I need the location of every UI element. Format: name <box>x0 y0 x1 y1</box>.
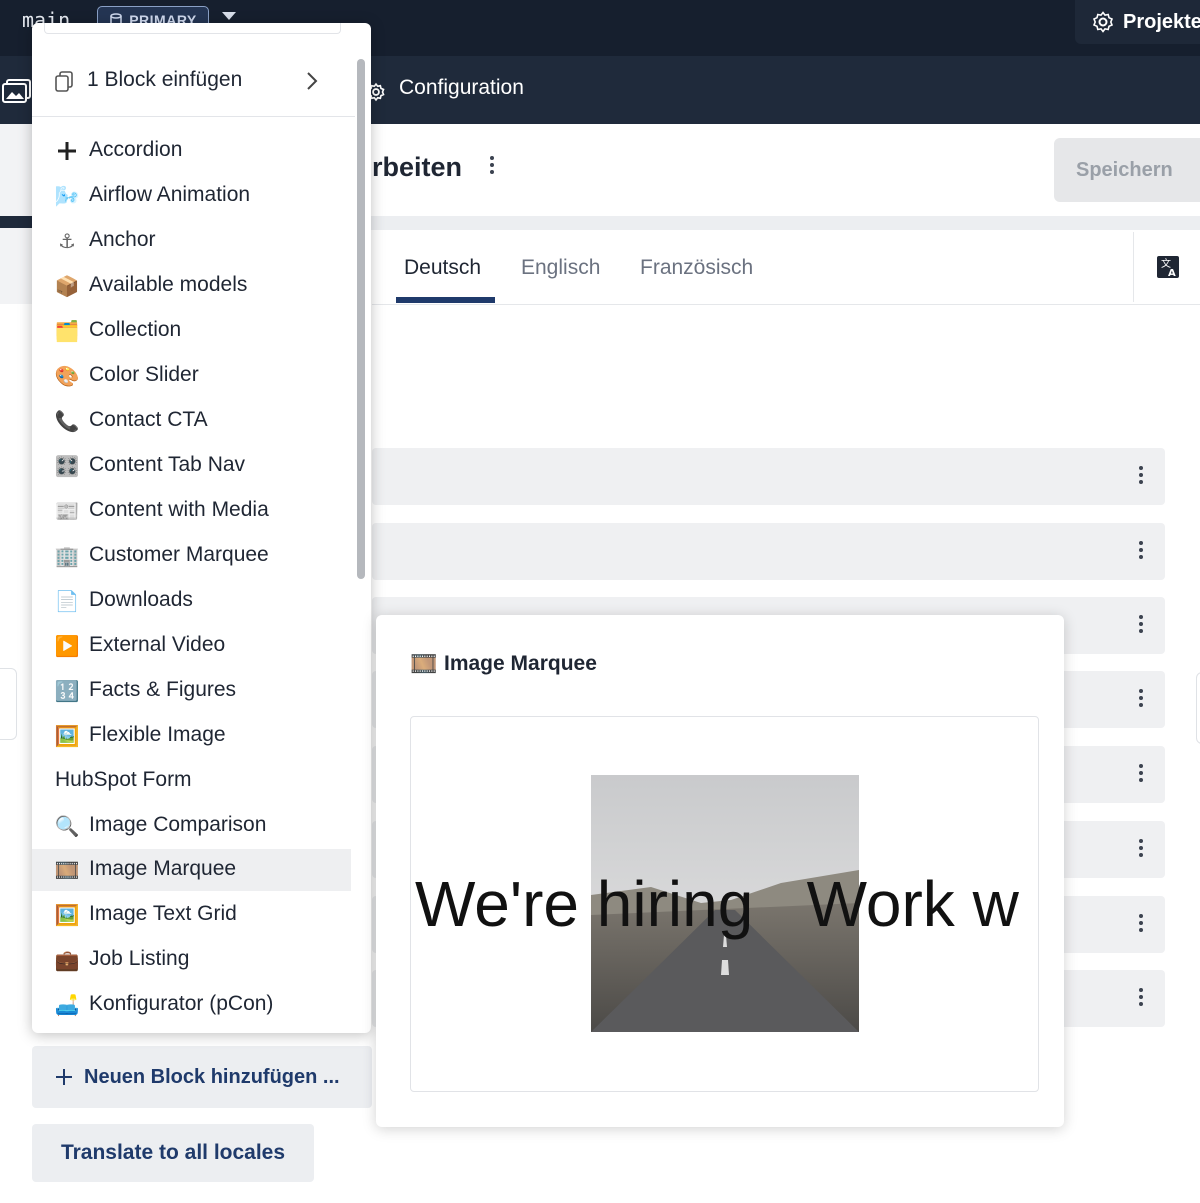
copy-icon <box>55 71 73 92</box>
menu-item-image-marquee[interactable]: 🎞️ Image Marquee <box>32 849 351 891</box>
collapse-right-handle[interactable] <box>1196 672 1200 744</box>
row-more-icon[interactable] <box>1139 839 1143 860</box>
menu-item-image-comparison[interactable]: 🔍 Image Comparison <box>32 805 351 847</box>
caret-down-icon[interactable] <box>222 12 236 20</box>
row-more-icon[interactable] <box>1139 689 1143 710</box>
translate-button[interactable]: 文A <box>1133 232 1200 302</box>
menu-item-content-tab-nav[interactable]: 🎛️ Content Tab Nav <box>32 445 351 487</box>
nav-configuration[interactable]: Configuration <box>399 76 524 100</box>
menu-item-hubspot-form[interactable]: HubSpot Form <box>32 760 351 802</box>
palette-icon: 🎨 <box>54 365 80 388</box>
wind-icon: 🌬️ <box>54 185 80 208</box>
row-more-icon[interactable] <box>1139 466 1143 487</box>
svg-text:A: A <box>1168 268 1176 279</box>
row-more-icon[interactable] <box>1139 914 1143 935</box>
block-row[interactable] <box>372 523 1165 580</box>
media-gallery-icon[interactable] <box>2 78 32 104</box>
sidebar-active-marker <box>0 216 32 228</box>
collapse-left-handle[interactable] <box>0 668 17 740</box>
menu-item-konfigurator[interactable]: 🛋️ Konfigurator (pCon) <box>32 984 351 1026</box>
add-block-button[interactable]: Neuen Block hinzufügen ... <box>32 1046 372 1108</box>
numbers-icon: 🔢 <box>54 680 80 703</box>
office-building-icon: 🏢 <box>54 545 80 568</box>
save-button[interactable]: Speichern <box>1054 138 1200 202</box>
menu-item-image-text-grid[interactable]: 🖼️ Image Text Grid <box>32 894 351 936</box>
film-icon: 🎞️ <box>54 859 80 882</box>
block-preview-card: 🎞️ Image Marquee We're hiring Work w <box>376 615 1064 1127</box>
play-icon: ▶️ <box>54 635 80 658</box>
tab-englisch[interactable]: Englisch <box>521 256 600 280</box>
menu-item-facts-figures[interactable]: 🔢 Facts & Figures <box>32 670 351 712</box>
tab-franzoesisch[interactable]: Französisch <box>640 256 753 280</box>
menu-divider <box>32 116 355 117</box>
menu-item-flexible-image[interactable]: 🖼️ Flexible Image <box>32 715 351 757</box>
menu-scrollbar-thumb[interactable] <box>357 59 365 579</box>
magnifier-icon: 🔍 <box>54 815 80 838</box>
framed-picture-icon: 🖼️ <box>54 904 80 927</box>
anchor-icon: ⚓ <box>58 230 76 253</box>
active-tab-indicator <box>396 297 495 303</box>
insert-block-label: 1 Block einfügen <box>87 68 243 91</box>
control-knobs-icon: 🎛️ <box>54 455 80 478</box>
translate-all-button[interactable]: Translate to all locales <box>32 1124 314 1182</box>
page-icon: 📄 <box>54 590 80 613</box>
menu-item-content-with-media[interactable]: 📰 Content with Media <box>32 490 351 532</box>
tab-deutsch[interactable]: Deutsch <box>404 256 481 280</box>
insert-block-item[interactable]: 1 Block einfügen <box>32 57 352 105</box>
plus-icon <box>54 138 80 164</box>
card-box-icon: 🗂️ <box>54 320 80 343</box>
menu-item-available-models[interactable]: 📦 Available models <box>32 265 351 307</box>
sofa-icon: 🛋️ <box>54 994 80 1017</box>
block-row[interactable] <box>372 448 1165 505</box>
film-icon: 🎞️ <box>410 651 438 676</box>
chevron-right-icon <box>307 72 318 90</box>
left-sidebar <box>0 124 33 304</box>
marquee-text: We're hiring Work w <box>415 868 1019 940</box>
phone-icon: 📞 <box>54 410 80 433</box>
preview-image-frame: We're hiring Work w <box>410 716 1039 1092</box>
row-more-icon[interactable] <box>1139 615 1143 636</box>
menu-item-external-video[interactable]: ▶️ External Video <box>32 625 351 667</box>
preview-title: Image Marquee <box>444 652 597 675</box>
projects-button[interactable]: Projekte <box>1075 0 1200 44</box>
projects-label: Projekte <box>1123 10 1200 33</box>
title-more-icon[interactable] <box>490 156 494 177</box>
gear-icon <box>1092 11 1114 33</box>
menu-item-collection[interactable]: 🗂️ Collection <box>32 310 351 352</box>
menu-item-contact-cta[interactable]: 📞 Contact CTA <box>32 400 351 442</box>
locale-tabs: Deutsch Englisch Französisch <box>372 232 1200 305</box>
newspaper-icon: 📰 <box>54 500 80 523</box>
menu-item-airflow-animation[interactable]: 🌬️ Airflow Animation <box>32 175 351 217</box>
menu-item-customer-marquee[interactable]: 🏢 Customer Marquee <box>32 535 351 577</box>
block-type-menu: 1 Block einfügen Accordion 🌬️ Airflow An… <box>32 23 371 1033</box>
framed-picture-icon: 🖼️ <box>54 725 80 748</box>
package-icon: 📦 <box>54 275 80 298</box>
row-more-icon[interactable] <box>1139 988 1143 1009</box>
plus-icon <box>56 1069 72 1085</box>
menu-item-color-slider[interactable]: 🎨 Color Slider <box>32 355 351 397</box>
menu-item-anchor[interactable]: ⚓ Anchor <box>32 220 351 262</box>
menu-item-downloads[interactable]: 📄 Downloads <box>32 580 351 622</box>
briefcase-icon: 💼 <box>54 949 80 972</box>
page-title: rbeiten <box>372 152 463 182</box>
add-block-label: Neuen Block hinzufügen ... <box>84 1065 340 1088</box>
menu-item-accordion[interactable]: Accordion <box>32 130 351 172</box>
row-more-icon[interactable] <box>1139 764 1143 785</box>
menu-search-input[interactable] <box>44 23 341 34</box>
menu-item-job-listing[interactable]: 💼 Job Listing <box>32 939 351 981</box>
row-more-icon[interactable] <box>1139 541 1143 562</box>
translate-icon: 文A <box>1156 256 1179 279</box>
